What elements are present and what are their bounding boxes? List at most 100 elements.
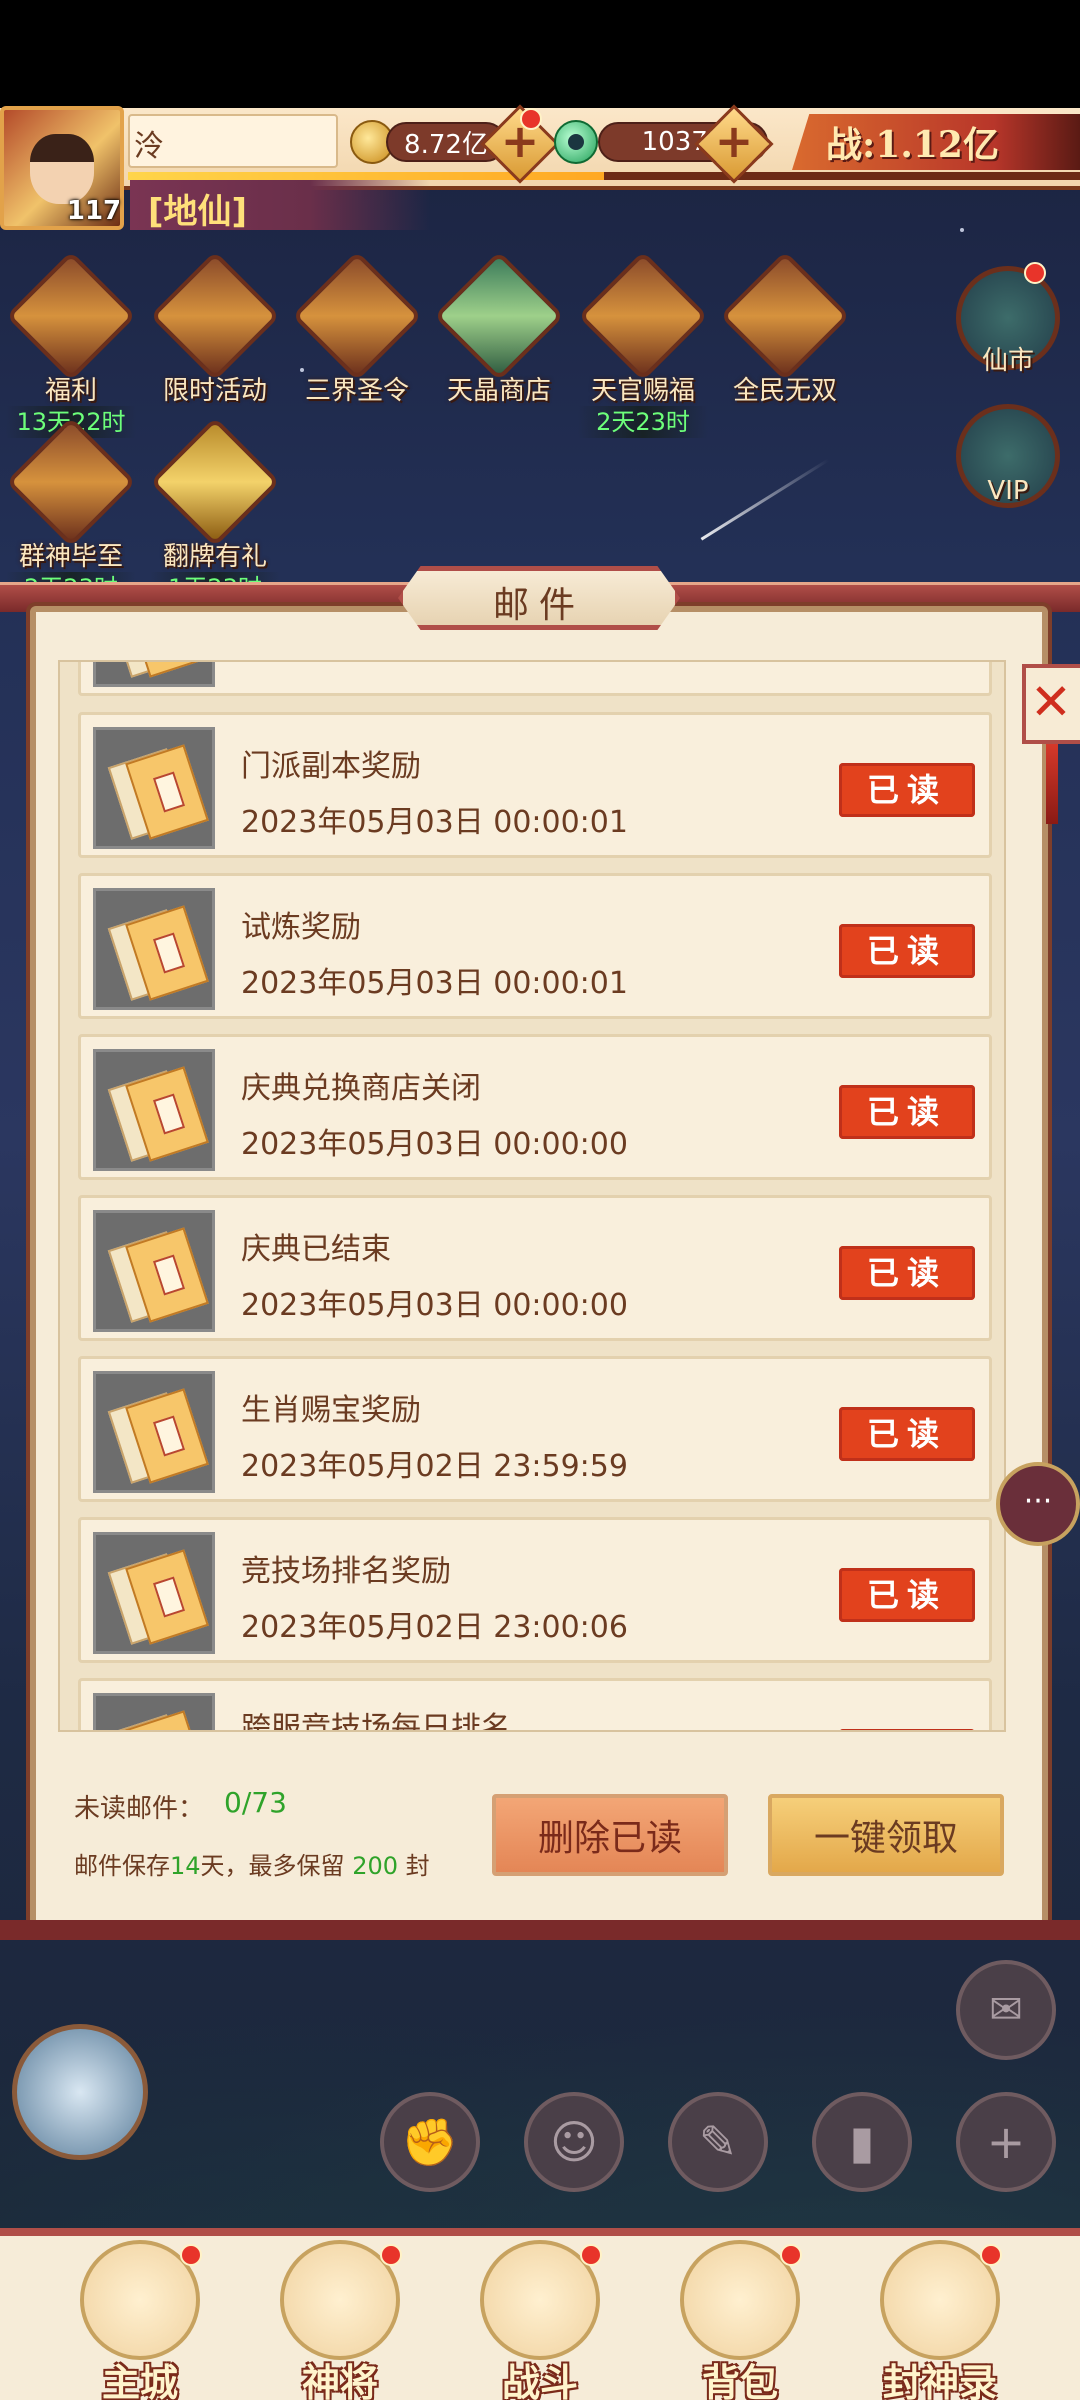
- close-icon[interactable]: ✕: [1028, 674, 1074, 730]
- vip-label: VIP: [987, 476, 1029, 506]
- notification-dot: [980, 2244, 1002, 2266]
- nav-label: 战斗: [501, 2361, 578, 2400]
- activity-all-people[interactable]: 全民无双: [719, 250, 851, 407]
- fist-icon[interactable]: ✊: [380, 2092, 480, 2192]
- mail-envelope-icon: [93, 888, 215, 1010]
- mail-item[interactable]: 庆典已结束 2023年05月03日 00:00:00 已读: [78, 1195, 992, 1341]
- mail-item-partial[interactable]: [78, 662, 992, 696]
- mail-subject: 试炼奖励: [241, 910, 361, 945]
- activity-welfare[interactable]: 福利 13天22时: [5, 250, 137, 438]
- more-plus-icon[interactable]: +: [956, 2092, 1056, 2192]
- claim-all-button[interactable]: 一键领取: [768, 1794, 1004, 1876]
- mail-item[interactable]: 生肖赐宝奖励 2023年05月02日 23:59:59 已读: [78, 1356, 992, 1502]
- mail-retention-note: 邮件保存14天，最多保留 200 封: [74, 1846, 430, 1881]
- mail-time: 2023年05月03日 00:00:00: [241, 1288, 628, 1323]
- notes-icon[interactable]: ✎: [668, 2092, 768, 2192]
- read-status-badge[interactable]: 已读: [839, 924, 975, 978]
- activity-card-flip[interactable]: 翻牌有礼 1天23时: [149, 416, 281, 604]
- mail-subject: 庆典已结束: [241, 1232, 391, 1267]
- read-status-badge[interactable]: 已读: [839, 1246, 975, 1300]
- mail-item[interactable]: 庆典兑换商店关闭 2023年05月03日 00:00:00 已读: [78, 1034, 992, 1180]
- mail-title: 邮件: [492, 585, 585, 626]
- mail-subject: 生肖赐宝奖励: [241, 1393, 421, 1428]
- mail-envelope-icon: [93, 1049, 215, 1171]
- exp-bar-fill: [128, 172, 604, 180]
- mail-subject: 门派副本奖励: [241, 749, 421, 784]
- status-bar: [0, 0, 1080, 108]
- retention-prefix: 邮件保存: [74, 1852, 170, 1880]
- hero-portrait-button[interactable]: [12, 2024, 148, 2160]
- mail-icon[interactable]: ✉: [956, 1960, 1056, 2060]
- retention-days: 14: [170, 1852, 201, 1880]
- nav-heroes[interactable]: 神将: [250, 2240, 430, 2400]
- gift-bag-icon: [5, 250, 137, 382]
- blessing-icon: [577, 250, 709, 382]
- tassel-decoration: [1046, 744, 1058, 824]
- read-status-badge[interactable]: 已读: [839, 1568, 975, 1622]
- chat-icon[interactable]: ···: [996, 1462, 1080, 1546]
- retention-mid: 天，最多保留: [200, 1852, 345, 1880]
- nav-label: 背包: [701, 2361, 778, 2400]
- mail-time: 2023年05月02日 23:00:06: [241, 1610, 628, 1645]
- treasure-chest-icon: [719, 250, 851, 382]
- nav-label: 封神录: [882, 2361, 997, 2400]
- unread-label: 未读邮件：: [74, 1794, 205, 1824]
- mail-envelope-icon: [93, 1371, 215, 1493]
- read-status-badge[interactable]: 已读: [839, 1085, 975, 1139]
- mail-time: 2023年05月03日 00:00:01: [241, 805, 628, 840]
- friends-icon[interactable]: ☺: [524, 2092, 624, 2192]
- activity-sacred-order[interactable]: 三界圣令: [291, 250, 423, 407]
- market-label: 仙市: [981, 346, 1034, 376]
- mail-time: 2023年05月03日 00:00:00: [241, 1127, 628, 1162]
- read-status-badge[interactable]: 已读: [839, 1729, 975, 1730]
- plus-icon: +: [714, 114, 754, 168]
- mail-item[interactable]: 试炼奖励 2023年05月03日 00:00:01 已读: [78, 873, 992, 1019]
- gods-gather-icon: [5, 416, 137, 548]
- mail-subject: 竞技场排名奖励: [241, 1554, 451, 1589]
- mail-envelope-icon: [93, 727, 215, 849]
- jade-coin-icon: [554, 120, 598, 164]
- nav-label: 主城: [101, 2361, 178, 2400]
- nav-fengshen[interactable]: 封神录: [850, 2240, 1030, 2400]
- mail-item[interactable]: 竞技场排名奖励 2023年05月02日 23:00:06 已读: [78, 1517, 992, 1663]
- mail-envelope-icon: [93, 1210, 215, 1332]
- notification-dot: [1024, 262, 1046, 284]
- mail-envelope-icon: [93, 662, 215, 687]
- mail-envelope-icon: [93, 1693, 215, 1730]
- mail-item[interactable]: 跨服竞技场每日排名 已读: [78, 1678, 992, 1732]
- mail-subject: 庆典兑换商店关闭: [241, 1071, 481, 1106]
- sacred-order-icon: [291, 250, 423, 382]
- mail-item[interactable]: 门派副本奖励 2023年05月03日 00:00:01 已读: [78, 712, 992, 858]
- mail-list[interactable]: 门派副本奖励 2023年05月03日 00:00:01 已读 试炼奖励 2023…: [58, 660, 1006, 1732]
- read-status-badge[interactable]: 已读: [839, 1407, 975, 1461]
- activity-limited[interactable]: 限时活动: [149, 250, 281, 407]
- panel-frame-bottom: [0, 1920, 1080, 1940]
- notification-dot: [780, 2244, 802, 2266]
- activity-blessing[interactable]: 天官赐福 2天23时: [577, 250, 709, 438]
- nav-bag[interactable]: 背包: [650, 2240, 830, 2400]
- mail-subject: 跨服竞技场每日排名: [241, 1711, 511, 1732]
- retention-max: 200: [352, 1852, 398, 1880]
- delete-read-button[interactable]: 删除已读: [492, 1794, 728, 1876]
- card-flip-icon: [149, 416, 281, 548]
- mail-time: 2023年05月03日 00:00:01: [241, 966, 628, 1001]
- read-status-badge[interactable]: 已读: [839, 763, 975, 817]
- notification-dot: [520, 108, 542, 130]
- mail-time: 2023年05月02日 23:59:59: [241, 1449, 628, 1484]
- combat-power: 战:1.12亿: [826, 124, 999, 166]
- retention-suffix: 封: [405, 1852, 430, 1880]
- player-level: 117: [66, 196, 122, 226]
- activity-timer: 2天23时: [578, 406, 708, 438]
- nav-main-city[interactable]: 主城: [50, 2240, 230, 2400]
- notification-dot: [180, 2244, 202, 2266]
- crystal-shop-icon: [433, 250, 565, 382]
- activity-crystal-shop[interactable]: 天晶商店: [433, 250, 565, 407]
- nav-battle[interactable]: 战斗: [450, 2240, 630, 2400]
- activity-gods-gather[interactable]: 群神毕至 2天23时: [5, 416, 137, 604]
- limited-event-icon: [149, 250, 281, 382]
- notification-dot: [380, 2244, 402, 2266]
- nav-label: 神将: [301, 2361, 378, 2400]
- ranking-icon[interactable]: ▮: [812, 2092, 912, 2192]
- unread-count: 0/73: [224, 1786, 287, 1819]
- player-name: 泠: [134, 129, 164, 164]
